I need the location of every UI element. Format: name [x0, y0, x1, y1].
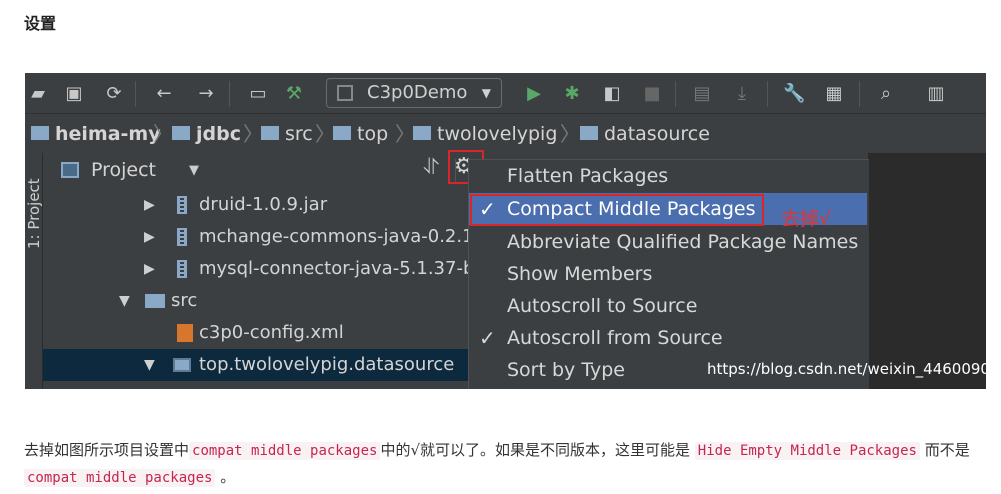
- breadcrumb-separator: 〉: [153, 122, 173, 146]
- menu-item-autoscroll-to-source[interactable]: Autoscroll to Source: [469, 290, 867, 322]
- expand-arrow-icon[interactable]: ▶: [144, 221, 155, 253]
- project-view-select[interactable]: Project: [91, 159, 156, 181]
- breadcrumb-item[interactable]: jdbc: [172, 122, 241, 146]
- breadcrumb-item[interactable]: datasource: [580, 122, 710, 146]
- save-icon[interactable]: ▣: [63, 83, 85, 105]
- xml-file-icon: [177, 324, 193, 342]
- back-arrow-icon[interactable]: ←: [153, 83, 175, 105]
- expand-arrow-icon[interactable]: ▶: [144, 253, 155, 285]
- explanation-paragraph: 去掉如图所示项目设置中 compat middle packages 中的√就可以了…: [24, 437, 989, 491]
- inline-code: compat middle packages: [189, 442, 381, 460]
- package-icon: [173, 358, 191, 372]
- breadcrumb-separator: 〉: [243, 122, 263, 146]
- coverage-icon[interactable]: ◧: [601, 83, 623, 105]
- breadcrumb-item[interactable]: twolovelypig: [413, 122, 557, 146]
- terminal-icon[interactable]: ▭: [247, 83, 269, 105]
- project-structure-icon[interactable]: ▦: [823, 83, 845, 105]
- collapse-all-icon[interactable]: ⥯: [423, 155, 439, 180]
- tree-row-label: mysql-connector-java-5.1.37-bir: [199, 258, 487, 279]
- chevron-down-icon: ▼: [481, 86, 491, 100]
- sync-icon[interactable]: ⟳: [103, 83, 125, 105]
- folder-icon: [31, 125, 49, 140]
- paragraph-text: 。: [215, 468, 236, 486]
- jar-icon: [177, 196, 187, 214]
- folder-icon: [413, 125, 431, 140]
- folder-icon: [172, 125, 190, 140]
- tree-row-label: top.twolovelypig.datasource: [199, 354, 455, 375]
- paragraph-text: 而不是: [919, 441, 970, 459]
- tree-row[interactable]: ▶ druid-1.0.9.jar: [43, 189, 473, 221]
- breadcrumb-item[interactable]: src: [261, 122, 313, 146]
- tree-row-label: src: [171, 290, 198, 311]
- folder-icon: [333, 125, 351, 140]
- project-side-tab[interactable]: 1: Project: [25, 178, 43, 249]
- annotation-note: 去掉√: [781, 208, 832, 230]
- debug-bug-icon[interactable]: ✱: [561, 83, 583, 105]
- tree-row[interactable]: ▶ mysql-connector-java-5.1.37-bir: [43, 253, 487, 285]
- download-icon[interactable]: ⤓: [731, 83, 753, 105]
- breadcrumb-separator: 〉: [315, 122, 335, 146]
- annotation-highlight-box: [470, 194, 764, 226]
- chevron-down-icon[interactable]: ▼: [189, 163, 199, 178]
- run-configuration-select[interactable]: C3p0Demo ▼: [326, 78, 502, 108]
- breadcrumb-item[interactable]: heima-my: [31, 122, 161, 146]
- tree-row[interactable]: ▼ src: [43, 285, 473, 317]
- jar-icon: [177, 228, 187, 246]
- run-icon[interactable]: ▶: [523, 83, 545, 105]
- inline-code: Hide Empty Middle Packages: [694, 442, 920, 460]
- expand-arrow-icon[interactable]: ▶: [144, 189, 155, 221]
- run-configuration-label: C3p0Demo: [367, 82, 468, 103]
- collapse-arrow-icon[interactable]: ▼: [144, 349, 155, 381]
- side-tool-strip: 1: Project: [25, 153, 43, 389]
- folder-icon: [261, 125, 279, 140]
- toolbar-divider: [229, 81, 230, 107]
- project-window-icon: [61, 162, 79, 178]
- tree-row[interactable]: ▶ mchange-commons-java-0.2.12.: [43, 221, 491, 253]
- project-panel: Project ▼ ⥯ ▶ druid-1.0.9.jar ▶ mchange-…: [43, 153, 491, 389]
- paragraph-text: 去掉如图所示项目设置中: [24, 441, 190, 459]
- paragraph-text: 中的√就可以了。如果是不同版本，这里可能是: [380, 441, 695, 459]
- breadcrumb: heima-my 〉 jdbc 〉 src 〉 top 〉 twolovelyp…: [25, 113, 986, 154]
- project-panel-header: Project ▼ ⥯: [43, 153, 473, 189]
- wrench-icon[interactable]: 🔧: [783, 83, 805, 105]
- tree-row-label: c3p0-config.xml: [199, 322, 344, 343]
- ide-toolbar: ▰ ▣ ⟳ ← → ▭ ⚒ C3p0Demo ▼ ▶ ✱ ◧ ■ ▤ ⤓ 🔧 ▦…: [25, 73, 986, 113]
- breadcrumb-separator: 〉: [560, 122, 580, 146]
- menu-item-show-members[interactable]: Show Members: [469, 258, 867, 290]
- menu-item-flatten-packages[interactable]: Flatten Packages: [469, 160, 867, 192]
- build-hammer-icon[interactable]: ⚒: [283, 83, 305, 105]
- tree-row-selected[interactable]: ▼ top.twolovelypig.datasource: [43, 349, 473, 381]
- forward-arrow-icon[interactable]: →: [195, 83, 217, 105]
- inline-code: compat middle packages: [24, 469, 216, 487]
- folder-icon: [580, 125, 598, 140]
- section-heading: 设置: [24, 14, 57, 33]
- sdk-icon[interactable]: ▥: [925, 83, 947, 105]
- editor-area: [868, 153, 986, 389]
- breadcrumb-item[interactable]: top: [333, 122, 388, 146]
- config-icon: [337, 85, 353, 101]
- search-icon[interactable]: ⌕: [875, 83, 897, 105]
- toolbar-divider: [675, 81, 676, 107]
- collapse-arrow-icon[interactable]: ▼: [119, 285, 130, 317]
- checkmark-icon: ✓: [479, 326, 496, 350]
- toolbar-divider: [767, 81, 768, 107]
- watermark: https://blog.csdn.net/weixin_44600908: [707, 360, 986, 378]
- vcs-icon[interactable]: ▤: [691, 83, 713, 105]
- breadcrumb-separator: 〉: [395, 122, 415, 146]
- tree-row-label: mchange-commons-java-0.2.12.: [199, 226, 491, 247]
- jar-icon: [177, 260, 187, 278]
- stop-icon[interactable]: ■: [641, 83, 663, 105]
- folder-icon: [145, 294, 165, 308]
- ide-screenshot: ▰ ▣ ⟳ ← → ▭ ⚒ C3p0Demo ▼ ▶ ✱ ◧ ■ ▤ ⤓ 🔧 ▦…: [25, 73, 986, 389]
- open-folder-icon[interactable]: ▰: [27, 83, 49, 105]
- tree-row-label: druid-1.0.9.jar: [199, 194, 328, 215]
- toolbar-divider: [135, 81, 136, 107]
- toolbar-divider: [859, 81, 860, 107]
- tree-row[interactable]: c3p0-config.xml: [43, 317, 473, 349]
- menu-item-autoscroll-from-source[interactable]: ✓ Autoscroll from Source: [469, 322, 867, 354]
